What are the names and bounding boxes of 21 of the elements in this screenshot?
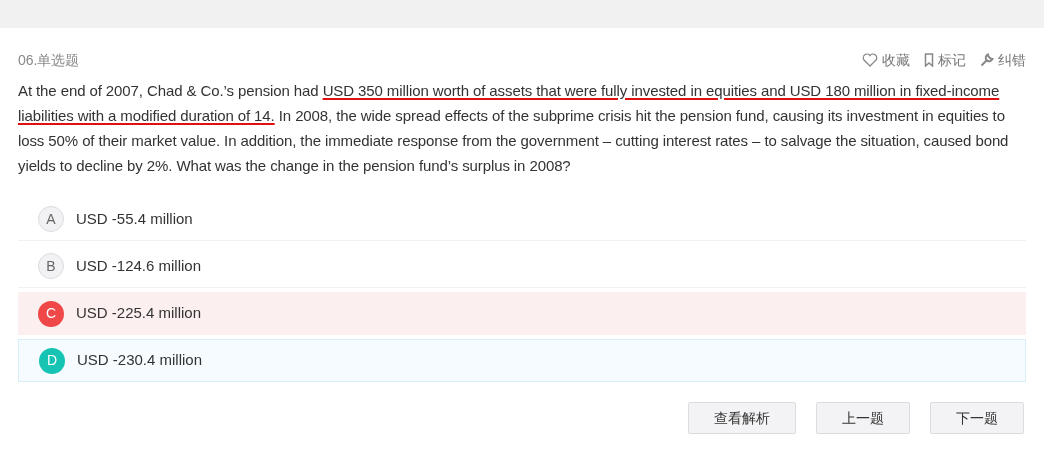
action-button[interactable]: 标记 <box>924 49 966 71</box>
option-letter: C <box>38 300 64 327</box>
answer-option[interactable]: C USD -225.4 million <box>18 292 1026 335</box>
heart-icon <box>862 53 878 67</box>
action-button[interactable]: 纠错 <box>980 49 1026 71</box>
nav-button[interactable]: 下一题 <box>930 402 1024 434</box>
question-text: At the end of 2007, Chad & Co.’s pension had USD 350 million worth of assets that were fully invested in equities and USD 180 million in fixed-income liabilities with a modified duration of 14. In 2008, the wide spread effects of the subprime crisis hit the pension fund, causing its investment in equities to loss 50% of their market value. In addition, the immediate response from the government – cutting interest rates – to salvage the situation, caused bond yields to decline by 2%. What was the change in the pension fund’s surplus in 2008? <box>18 81 1010 176</box>
action-button[interactable]: 收藏 <box>862 49 910 71</box>
bookmark-icon <box>924 53 934 67</box>
question-number: 06.单选题 <box>18 50 80 70</box>
nav-button[interactable]: 上一题 <box>816 402 910 434</box>
option-text: USD -124.6 million <box>76 255 202 276</box>
option-text: USD -230.4 million <box>77 350 203 371</box>
option-text: USD -55.4 million <box>76 208 193 229</box>
option-letter: A <box>38 206 64 232</box>
option-text: USD -225.4 million <box>76 303 202 324</box>
answer-option[interactable]: D USD -230.4 million <box>18 339 1026 382</box>
option-letter: B <box>38 253 64 279</box>
nav-button[interactable]: 查看解析 <box>688 402 796 434</box>
option-letter: D <box>39 347 65 374</box>
wrench-icon <box>980 53 994 67</box>
